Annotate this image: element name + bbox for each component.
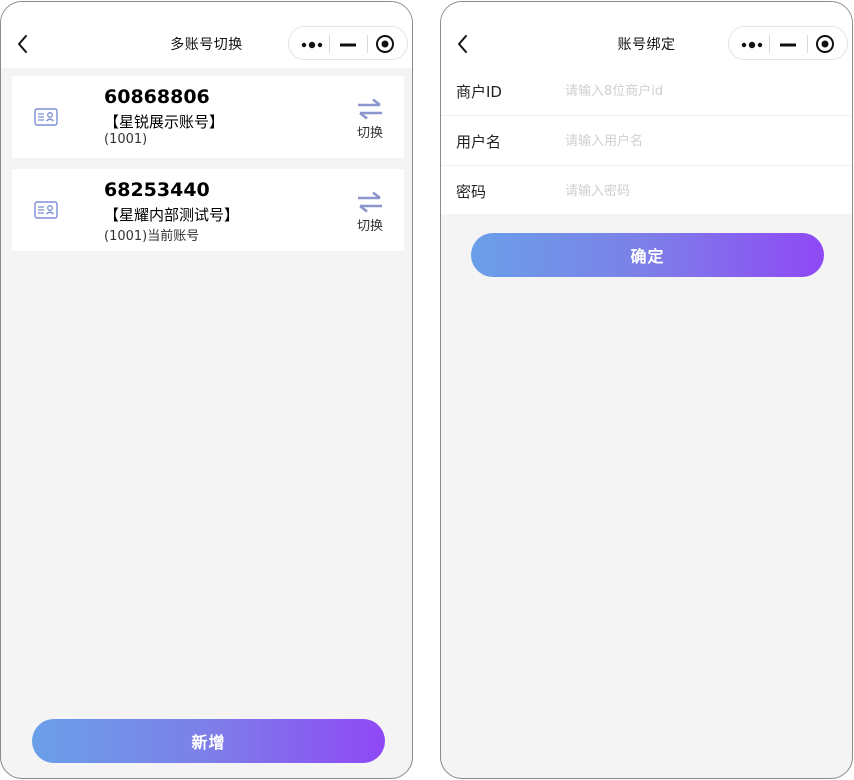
capsule-divider xyxy=(329,35,330,53)
swap-arrows-icon xyxy=(356,98,384,120)
account-switch-screen: 多账号切换 60868806 【星锐展示账号】 (1001) 切换 682534… xyxy=(0,1,413,779)
bind-form: 商户ID 用户名 密码 xyxy=(441,66,852,214)
account-card[interactable]: 60868806 【星锐展示账号】 (1001) 切换 xyxy=(12,76,404,158)
switch-account-button[interactable]: 切换 xyxy=(350,191,390,234)
username-input[interactable] xyxy=(565,129,835,153)
account-sub-info: (1001) xyxy=(104,132,148,147)
merchant-id-label: 商户ID xyxy=(456,83,502,101)
capsule-divider xyxy=(367,35,368,53)
username-label: 用户名 xyxy=(456,133,502,151)
minus-icon[interactable] xyxy=(779,37,797,51)
mini-program-capsule xyxy=(728,26,848,60)
nav-bar: 多账号切换 xyxy=(1,2,412,68)
password-row: 密码 xyxy=(441,166,852,216)
id-card-icon xyxy=(34,108,58,126)
merchant-id-input[interactable] xyxy=(565,79,835,103)
username-row: 用户名 xyxy=(441,116,852,166)
nav-bar: 账号绑定 xyxy=(441,2,852,68)
switch-label: 切换 xyxy=(356,126,383,141)
capsule-divider xyxy=(769,35,770,53)
more-dots-icon[interactable] xyxy=(300,37,326,51)
switch-account-button[interactable]: 切换 xyxy=(350,98,390,141)
account-name: 【星锐展示账号】 xyxy=(104,113,225,131)
id-card-icon xyxy=(34,201,58,219)
account-sub-info: (1001)当前账号 xyxy=(104,229,200,244)
password-label: 密码 xyxy=(456,183,487,201)
add-account-button[interactable]: 新增 xyxy=(32,719,385,763)
target-circle-icon[interactable] xyxy=(815,34,835,54)
account-number: 60868806 xyxy=(104,86,210,108)
capsule-divider xyxy=(807,35,808,53)
account-card[interactable]: 68253440 【星耀内部测试号】 (1001)当前账号 切换 xyxy=(12,169,404,251)
account-bind-screen: 账号绑定 商户ID 用户名 密码 确定 xyxy=(440,1,853,779)
minus-icon[interactable] xyxy=(339,37,357,51)
more-dots-icon[interactable] xyxy=(740,37,766,51)
target-circle-icon[interactable] xyxy=(375,34,395,54)
mini-program-capsule xyxy=(288,26,408,60)
password-input[interactable] xyxy=(565,179,835,203)
switch-label: 切换 xyxy=(356,219,383,234)
confirm-button[interactable]: 确定 xyxy=(471,233,824,277)
swap-arrows-icon xyxy=(356,191,384,213)
account-name: 【星耀内部测试号】 xyxy=(104,206,240,224)
merchant-id-row: 商户ID xyxy=(441,66,852,116)
account-number: 68253440 xyxy=(104,179,210,201)
